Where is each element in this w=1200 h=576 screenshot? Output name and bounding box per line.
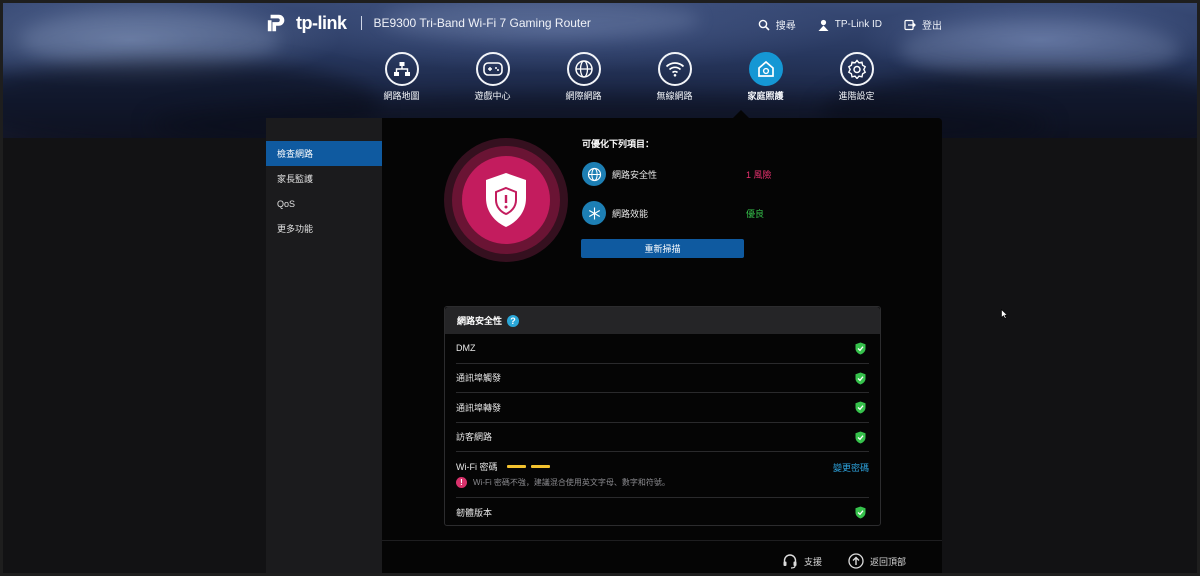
optimize-row-security: 網路安全性 1 風險 [582, 162, 772, 186]
security-card: 網路安全性 ? DMZ 通訊埠觸發 通訊埠轉發 訪客網路 Wi-Fi 密碼 變更… [444, 306, 881, 526]
row-label: 訪客網路 [456, 432, 493, 443]
shield-check-icon [855, 372, 866, 384]
network-map-icon [384, 52, 419, 86]
row-label: Wi-Fi 密碼 [456, 462, 498, 472]
globe-icon [566, 52, 601, 86]
tab-label: 進階設定 [838, 91, 875, 101]
brand: tp-link BE9300 Tri-Band Wi-Fi 7 Gaming R… [266, 12, 591, 34]
password-warning: ! Wi-Fi 密碼不強，建議混合使用英文字母、數字和符號。 [456, 477, 670, 488]
shield-alert-icon [486, 173, 526, 227]
warning-icon: ! [456, 477, 467, 488]
sidebar-item-check-network[interactable]: 檢查網路 [266, 141, 382, 166]
footer: 支援 返回頂部 [382, 540, 942, 576]
main-nav: 網路地圖 遊戲中心 網際網路 無線網路 家庭照護 進階設定 [356, 52, 902, 102]
optimize-title: 可優化下列項目： [582, 139, 655, 149]
headset-icon [783, 554, 797, 569]
globe-icon [582, 162, 606, 186]
tab-label: 網路地圖 [383, 91, 420, 101]
sidebar-item-parental-control[interactable]: 家長監護 [266, 166, 382, 191]
tab-game-center[interactable]: 遊戲中心 [447, 52, 538, 102]
logout-button[interactable]: 登出 [904, 17, 942, 32]
security-card-title: 網路安全性 [457, 316, 503, 326]
back-to-top-label: 返回頂部 [870, 556, 907, 567]
shield-check-icon [855, 342, 866, 355]
search-icon [758, 19, 770, 31]
password-strength-bar [506, 465, 526, 468]
tab-label: 無線網路 [656, 91, 693, 101]
snowflake-icon [582, 201, 606, 225]
security-row-firmware: 韌體版本 [456, 498, 869, 528]
back-to-top-button[interactable]: 返回頂部 [848, 553, 906, 569]
sidebar: 檢查網路 家長監護 QoS 更多功能 [266, 118, 382, 576]
security-row-wifi-password: Wi-Fi 密碼 變更密碼 ! Wi-Fi 密碼不強，建議混合使用英文字母、數字… [456, 452, 869, 498]
arrow-up-circle-icon [848, 553, 864, 569]
support-label: 支援 [804, 556, 823, 567]
wifi-password-line: Wi-Fi 密碼 [456, 460, 550, 473]
sidebar-item-qos[interactable]: QoS [266, 191, 382, 216]
row-label: 韌體版本 [456, 508, 493, 519]
tab-internet[interactable]: 網際網路 [538, 52, 629, 102]
active-tab-pointer [733, 110, 749, 118]
shield-check-icon [855, 401, 866, 414]
tplink-id-button[interactable]: TP-Link ID [818, 17, 882, 32]
tab-advanced[interactable]: 進階設定 [811, 52, 902, 102]
support-button[interactable]: 支援 [782, 553, 822, 569]
tab-home-care[interactable]: 家庭照護 [720, 52, 811, 102]
user-icon [818, 19, 829, 31]
row-label: 通訊埠觸發 [456, 373, 502, 384]
gamepad-icon [475, 52, 510, 86]
security-card-header: 網路安全性 ? [445, 307, 880, 334]
optimize-item-name: 網路安全性 [612, 169, 658, 180]
product-title: BE9300 Tri-Band Wi-Fi 7 Gaming Router [373, 16, 591, 30]
row-label: DMZ [456, 343, 476, 354]
tab-label: 遊戲中心 [474, 91, 511, 101]
shield-check-icon [855, 506, 866, 519]
optimize-item-name: 網路效能 [612, 208, 649, 219]
row-label: 通訊埠轉發 [456, 402, 502, 413]
gear-icon [839, 52, 874, 86]
wifi-icon [657, 52, 692, 86]
search-button[interactable]: 搜尋 [758, 17, 796, 32]
password-strength-bar [530, 465, 550, 468]
optimize-row-performance: 網路效能 優良 [582, 201, 764, 225]
logo-text: tp-link [296, 12, 347, 33]
logout-icon [904, 19, 916, 30]
security-row-port-triggering: 通訊埠觸發 [456, 364, 869, 393]
shield-check-icon [855, 431, 866, 443]
brand-divider [360, 16, 362, 30]
tab-label: 家庭照護 [747, 91, 784, 101]
tplink-id-label: TP-Link ID [834, 19, 882, 30]
logout-label: 登出 [922, 21, 942, 32]
change-password-link[interactable]: 變更密碼 [833, 461, 869, 474]
help-icon[interactable]: ? [507, 314, 520, 327]
security-row-port-forwarding: 通訊埠轉發 [456, 393, 869, 423]
security-row-dmz: DMZ [456, 334, 869, 364]
home-care-icon [748, 52, 783, 86]
tab-network-map[interactable]: 網路地圖 [356, 52, 447, 102]
mouse-cursor-icon [1001, 309, 1008, 319]
status-badge: 1 風險 [746, 169, 772, 180]
status-badge: 優良 [746, 208, 765, 219]
tab-label: 網際網路 [565, 91, 602, 101]
search-label: 搜尋 [775, 21, 796, 32]
rescan-button[interactable]: 重新掃描 [581, 239, 744, 258]
top-nav: 搜尋 TP-Link ID 登出 [758, 17, 942, 32]
tab-wireless[interactable]: 無線網路 [629, 52, 720, 102]
warning-text: Wi-Fi 密碼不強，建議混合使用英文字母、數字和符號。 [473, 478, 670, 487]
security-row-guest-network: 訪客網路 [456, 423, 869, 452]
sidebar-item-more-features[interactable]: 更多功能 [266, 216, 382, 241]
tp-link-logo-icon [267, 14, 285, 32]
